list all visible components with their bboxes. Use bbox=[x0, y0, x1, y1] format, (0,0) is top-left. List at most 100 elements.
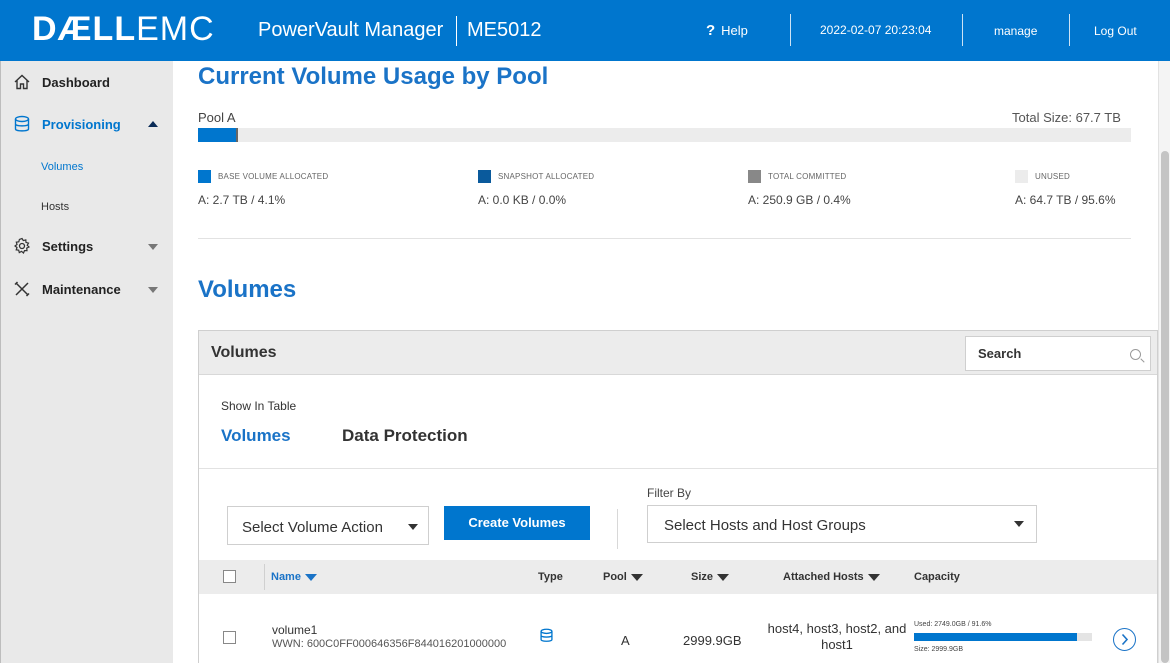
sort-down-icon bbox=[630, 573, 643, 581]
current-user[interactable]: manage bbox=[994, 24, 1037, 38]
capacity-bar-fill bbox=[914, 633, 1078, 641]
column-label: Pool bbox=[603, 571, 627, 583]
sort-down-icon bbox=[717, 573, 730, 581]
legend-value: A: 250.9 GB / 0.4% bbox=[748, 193, 851, 207]
scrollbar-thumb[interactable] bbox=[1161, 151, 1169, 663]
column-capacity: Capacity bbox=[914, 571, 960, 583]
row-checkbox[interactable] bbox=[223, 631, 236, 644]
legend-swatch bbox=[478, 170, 491, 183]
help-link[interactable]: ? Help bbox=[706, 22, 748, 39]
pool-total-size: Total Size: 67.7 TB bbox=[1012, 110, 1121, 125]
sidebar-item-provisioning[interactable]: Provisioning bbox=[1, 104, 174, 144]
chevron-down-icon bbox=[148, 287, 158, 293]
pool-name: Pool A bbox=[198, 110, 236, 125]
dell-emc-logo: DÆLLEMC bbox=[32, 10, 215, 49]
panel-header: Volumes Search bbox=[199, 331, 1157, 375]
pool-usage-fill bbox=[198, 128, 237, 142]
gear-icon bbox=[14, 237, 31, 254]
filter-label: Filter By bbox=[647, 486, 692, 500]
toolbar-divider bbox=[617, 509, 618, 549]
chevron-right-icon bbox=[1121, 633, 1129, 646]
legend-value: A: 2.7 TB / 4.1% bbox=[198, 193, 286, 207]
chevron-up-icon bbox=[148, 121, 158, 127]
logo-dell-text: DÆLL bbox=[32, 10, 137, 48]
tab-volumes[interactable]: Volumes bbox=[221, 426, 291, 446]
capacity-used: Used: 2749.0GB / 91.6% bbox=[914, 621, 992, 628]
sidebar-item-settings[interactable]: Settings bbox=[1, 226, 174, 266]
legend-value: A: 64.7 TB / 95.6% bbox=[1015, 193, 1116, 207]
volume-name: volume1 bbox=[272, 623, 318, 637]
help-label: Help bbox=[721, 23, 748, 38]
tab-data-protection[interactable]: Data Protection bbox=[342, 426, 468, 446]
table-header: Name Type Pool Size Attached Hosts Capac… bbox=[199, 560, 1157, 594]
volume-action-label: Select Volume Action bbox=[242, 519, 383, 536]
sidebar-item-dashboard[interactable]: Dashboard bbox=[1, 62, 174, 102]
row-details-button[interactable] bbox=[1113, 628, 1136, 651]
volume-size: 2999.9GB bbox=[683, 633, 742, 648]
sidebar-subitem-volumes[interactable]: Volumes bbox=[41, 161, 83, 173]
search-input[interactable]: Search bbox=[965, 336, 1151, 371]
legend-label: SNAPSHOT ALLOCATED bbox=[498, 172, 595, 181]
legend-value: A: 0.0 KB / 0.0% bbox=[478, 193, 567, 207]
chevron-down-icon bbox=[408, 524, 418, 530]
host-filter-select[interactable]: Select Hosts and Host Groups bbox=[647, 505, 1037, 543]
volumes-section-title: Volumes bbox=[198, 276, 297, 303]
page-scrollbar[interactable] bbox=[1158, 61, 1170, 663]
chevron-down-icon bbox=[1014, 521, 1024, 527]
top-divider bbox=[962, 14, 963, 46]
logo-emc-text: EMC bbox=[136, 10, 215, 48]
column-name[interactable]: Name bbox=[271, 571, 317, 583]
column-type: Type bbox=[538, 571, 563, 583]
system-model: ME5012 bbox=[467, 19, 542, 41]
chevron-down-icon bbox=[148, 244, 158, 250]
help-icon: ? bbox=[706, 22, 716, 39]
legend-label: TOTAL COMMITTED bbox=[768, 172, 847, 181]
panel-title: Volumes bbox=[211, 344, 277, 361]
system-datetime: 2022-02-07 20:23:04 bbox=[820, 23, 932, 37]
column-label: Size bbox=[691, 571, 714, 583]
column-attached-hosts[interactable]: Attached Hosts bbox=[783, 571, 880, 583]
column-label: Name bbox=[271, 571, 301, 583]
legend-swatch bbox=[748, 170, 761, 183]
search-icon[interactable] bbox=[1130, 349, 1141, 360]
volume-wwn: WWN: 600C0FF000646356F844016201000000 bbox=[272, 638, 507, 650]
sidebar: Dashboard Provisioning Volumes Hosts Set… bbox=[0, 61, 173, 663]
legend-label: UNUSED bbox=[1035, 172, 1070, 181]
host-filter-label: Select Hosts and Host Groups bbox=[664, 517, 866, 534]
logout-link[interactable]: Log Out bbox=[1094, 24, 1137, 38]
sidebar-item-label: Settings bbox=[42, 239, 94, 254]
legend-label: BASE VOLUME ALLOCATED bbox=[218, 172, 329, 181]
volume-action-select[interactable]: Select Volume Action bbox=[227, 506, 429, 545]
panel-divider bbox=[199, 468, 1157, 469]
column-label: Attached Hosts bbox=[783, 571, 864, 583]
column-label: Capacity bbox=[914, 571, 960, 583]
select-all-checkbox[interactable] bbox=[223, 570, 236, 583]
sidebar-item-label: Dashboard bbox=[42, 75, 110, 90]
sort-down-icon bbox=[867, 573, 880, 581]
database-icon bbox=[540, 628, 553, 642]
search-placeholder: Search bbox=[978, 346, 1022, 361]
top-divider bbox=[790, 14, 791, 46]
page-title: Current Volume Usage by Pool bbox=[198, 63, 549, 90]
sort-down-icon bbox=[304, 573, 317, 581]
sidebar-subitem-hosts[interactable]: Hosts bbox=[41, 201, 69, 213]
sidebar-item-label: Maintenance bbox=[42, 282, 121, 297]
top-divider bbox=[1069, 14, 1070, 46]
volumes-panel: Volumes Search Show In Table Volumes Dat… bbox=[198, 330, 1158, 663]
column-pool[interactable]: Pool bbox=[603, 571, 643, 583]
title-divider bbox=[456, 16, 457, 46]
legend-swatch bbox=[198, 170, 211, 183]
column-size[interactable]: Size bbox=[691, 571, 730, 583]
capacity-bar bbox=[914, 633, 1092, 641]
create-volumes-button[interactable]: Create Volumes bbox=[444, 506, 590, 540]
capacity-size: Size: 2999.9GB bbox=[914, 646, 964, 653]
column-label: Type bbox=[538, 571, 563, 583]
sidebar-item-maintenance[interactable]: Maintenance bbox=[1, 269, 174, 309]
pool-committed-marker bbox=[236, 128, 238, 142]
volume-pool: A bbox=[621, 633, 630, 648]
column-divider bbox=[264, 564, 265, 590]
legend-swatch bbox=[1015, 170, 1028, 183]
home-icon bbox=[14, 74, 30, 90]
top-bar: DÆLLEMC PowerVault Manager ME5012 ? Help … bbox=[0, 0, 1170, 61]
sidebar-item-label: Provisioning bbox=[42, 117, 121, 132]
